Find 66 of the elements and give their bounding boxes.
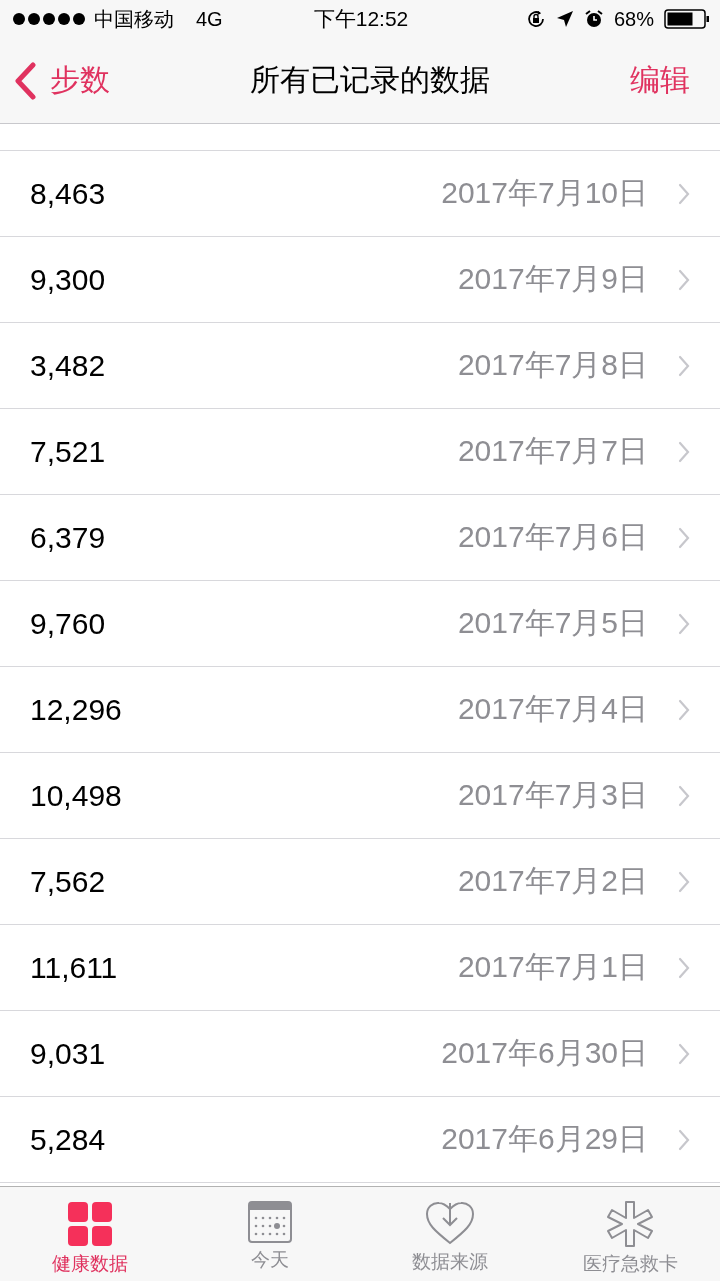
record-row[interactable]: 9,031 2017年6月30日 — [0, 1011, 720, 1097]
record-row[interactable]: 11,611 2017年7月1日 — [0, 925, 720, 1011]
step-count: 9,300 — [30, 262, 107, 297]
step-count: 8,463 — [30, 176, 107, 211]
chevron-right-icon — [678, 870, 690, 893]
network-type: 4G — [196, 7, 223, 31]
asterisk-icon — [607, 1201, 653, 1247]
record-date: 2017年6月30日 — [441, 1035, 648, 1071]
tab-item[interactable]: 健康数据 — [0, 1187, 180, 1281]
step-count: 7,521 — [30, 434, 107, 469]
chevron-right-icon — [678, 612, 690, 635]
chevron-right-icon — [678, 526, 690, 549]
step-count: 11,611 — [30, 950, 119, 985]
chevron-right-icon — [678, 1042, 690, 1065]
record-row[interactable]: 12,296 2017年7月4日 — [0, 667, 720, 753]
record-date: 2017年7月3日 — [457, 777, 648, 813]
record-row[interactable]: 7,521 2017年7月7日 — [0, 409, 720, 495]
record-row[interactable]: 7,562 2017年7月2日 — [0, 839, 720, 925]
step-count: 12,296 — [30, 692, 123, 727]
clock-time: 下午12:52 — [313, 6, 409, 32]
battery-icon — [664, 9, 710, 29]
record-date: 2017年7月4日 — [457, 691, 648, 727]
signal-icon — [12, 12, 86, 26]
chevron-right-icon — [678, 440, 690, 463]
alarm-clock-icon — [583, 9, 604, 29]
record-date: 2017年7月9日 — [457, 261, 648, 297]
back-chevron-icon — [14, 61, 36, 100]
step-count: 9,760 — [30, 606, 107, 641]
chevron-right-icon — [678, 956, 690, 979]
chevron-right-icon — [678, 182, 690, 205]
location-arrow-icon — [555, 10, 574, 28]
chevron-right-icon — [678, 784, 690, 807]
rotation-lock-icon — [525, 9, 546, 29]
record-date: 2017年7月1日 — [457, 949, 648, 985]
record-row[interactable]: 9,300 2017年7月9日 — [0, 237, 720, 323]
back-button[interactable]: 步数 — [14, 60, 110, 101]
record-date: 2017年7月2日 — [457, 863, 648, 899]
step-count: 9,031 — [30, 1036, 107, 1071]
step-count: 3,482 — [30, 348, 107, 383]
record-date: 2017年7月5日 — [457, 605, 648, 641]
step-count: 10,498 — [30, 778, 123, 813]
record-date: 2017年7月10日 — [441, 175, 648, 211]
record-date: 2017年7月6日 — [457, 519, 648, 555]
battery-percent: 68% — [613, 7, 654, 31]
heart-download-icon — [425, 1201, 475, 1245]
page-title: 所有已记录的数据 — [250, 62, 490, 98]
chevron-right-icon — [678, 354, 690, 377]
carrier-name: 中国移动 — [94, 6, 174, 32]
chevron-right-icon — [678, 698, 690, 721]
calendar-icon — [248, 1201, 292, 1243]
record-row[interactable]: 5,284 2017年6月29日 — [0, 1097, 720, 1183]
step-count: 7,562 — [30, 864, 107, 899]
record-row[interactable]: 6,379 2017年7月6日 — [0, 495, 720, 581]
record-date: 2017年6月29日 — [441, 1121, 648, 1157]
record-date: 2017年7月7日 — [457, 433, 648, 469]
record-row[interactable]: 9,760 2017年7月5日 — [0, 581, 720, 667]
chevron-right-icon — [678, 1128, 690, 1151]
edit-button[interactable]: 编辑 — [630, 60, 690, 101]
step-count: 6,379 — [30, 520, 107, 555]
record-row[interactable]: 3,482 2017年7月8日 — [0, 323, 720, 409]
step-count: 5,284 — [30, 1122, 107, 1157]
chevron-right-icon — [678, 268, 690, 291]
record-row[interactable]: 8,463 2017年7月10日 — [0, 151, 720, 237]
record-row[interactable]: 10,498 2017年7月3日 — [0, 753, 720, 839]
record-date: 2017年7月8日 — [457, 347, 648, 383]
grid-icon — [67, 1201, 113, 1247]
